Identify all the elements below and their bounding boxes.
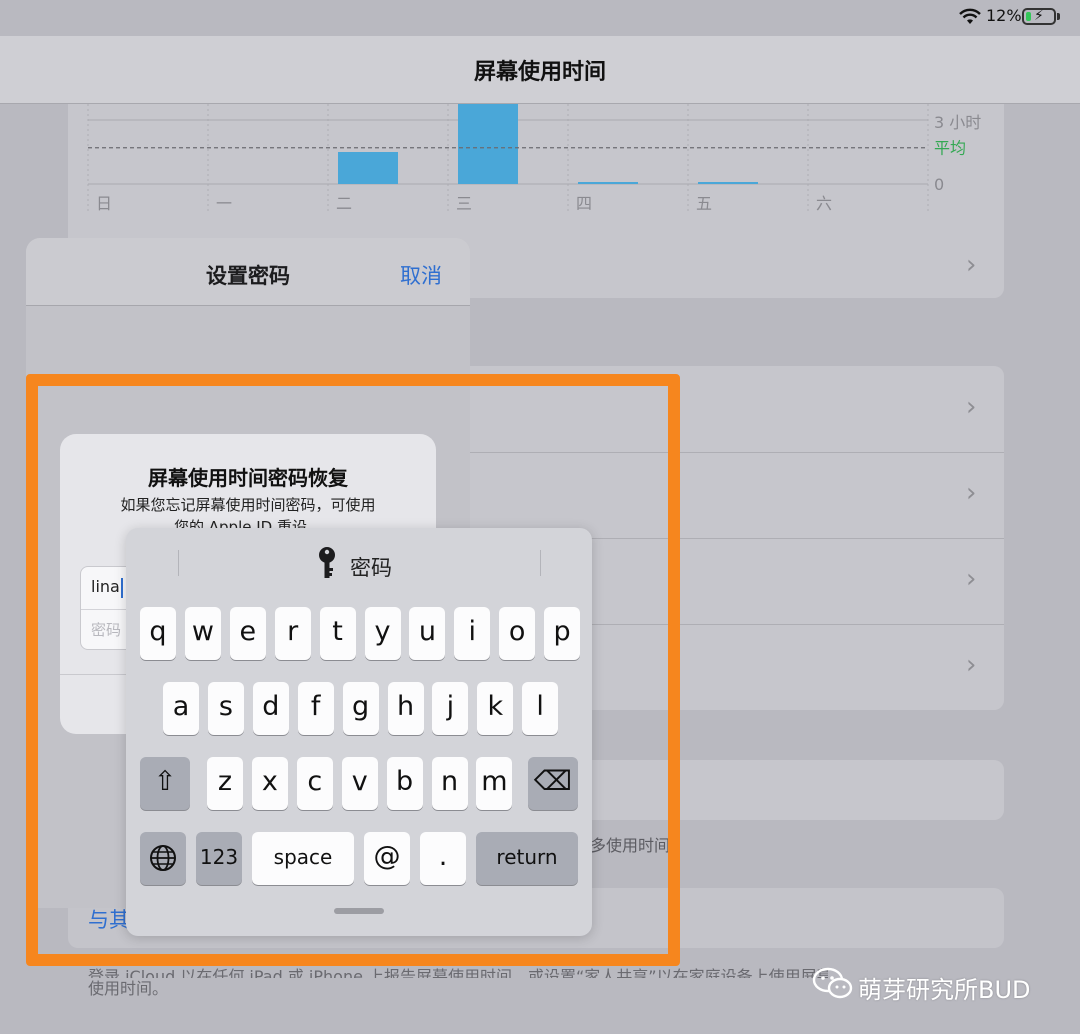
globe-key[interactable] [140, 832, 186, 885]
x-tick-label-3: 三 [456, 194, 472, 213]
status-bar: 12% ⚡ [0, 0, 1080, 36]
key-k[interactable]: k [477, 682, 514, 735]
key-w[interactable]: w [184, 607, 221, 660]
globe-icon [150, 845, 176, 871]
chevron-right-icon[interactable]: › [966, 564, 976, 594]
alert-title: 屏幕使用时间密码恢复 [148, 466, 348, 490]
chart-bar-3 [458, 104, 518, 184]
space-key[interactable]: space [252, 832, 354, 885]
battery-tip [1057, 13, 1060, 20]
password-input[interactable]: 密码 [91, 619, 121, 640]
chevron-right-icon[interactable]: › [966, 478, 976, 508]
usage-chart-card: 3 小时平均 0 日 一 二 三 四 五 六 [68, 104, 1004, 236]
key-o[interactable]: o [499, 607, 536, 660]
wifi-icon [959, 8, 981, 24]
battery-charging-icon: ⚡ [1022, 8, 1056, 25]
y-tick-label-zero: 0 [934, 175, 944, 194]
key-q[interactable]: q [140, 607, 176, 660]
key-s[interactable]: s [207, 682, 244, 735]
key-c[interactable]: c [296, 757, 333, 810]
keyboard-drag-handle[interactable] [334, 908, 384, 914]
key-t[interactable]: t [319, 607, 356, 660]
battery-percent: 12% [986, 6, 1022, 25]
footer-line1: 登录 iCloud 以在任何 iPad 或 iPhone 上报告屏幕使用时间，或… [88, 967, 828, 978]
y-tick-label-top: 3 小时 [934, 113, 981, 132]
chevron-right-icon[interactable]: › [966, 392, 976, 422]
alert-description-line1: 如果您忘记屏幕使用时间密码，可使用 [120, 496, 376, 514]
footer-line2: 使用时间。 [88, 979, 169, 998]
average-label: 平均 [934, 139, 966, 158]
key-m[interactable]: m [476, 757, 513, 810]
shift-key[interactable]: ⇧ [140, 757, 190, 810]
key-u[interactable]: u [409, 607, 446, 660]
chevron-right-icon: › [966, 250, 977, 280]
key-p[interactable]: p [544, 607, 581, 660]
text-caret [120, 577, 123, 598]
key-g[interactable]: g [342, 682, 379, 735]
chart-bar-5 [698, 182, 758, 184]
cancel-button[interactable]: 取消 [400, 260, 442, 290]
x-tick-label-1: 一 [216, 194, 232, 213]
at-key[interactable]: @ [364, 832, 410, 885]
key-e[interactable]: e [229, 607, 266, 660]
x-tick-label-5: 五 [696, 194, 712, 213]
key-r[interactable]: r [274, 607, 311, 660]
keyboard-field-label: 密码 [350, 556, 392, 580]
footer-description: 登录 iCloud 以在任何 iPad 或 iPhone 上报告屏幕使用时间，或… [88, 962, 828, 1000]
key-i[interactable]: i [454, 607, 491, 660]
sheet-header: 设置密码 取消 [26, 238, 470, 306]
delete-key[interactable]: ⌫ [528, 757, 578, 810]
key-v[interactable]: v [341, 757, 378, 810]
key-y[interactable]: y [364, 607, 401, 660]
chart-bar-2 [338, 152, 398, 184]
key-n[interactable]: n [431, 757, 468, 810]
key-d[interactable]: d [252, 682, 289, 735]
key-a[interactable]: a [163, 682, 199, 735]
key-icon [319, 547, 335, 578]
return-key[interactable]: return [476, 832, 578, 885]
x-tick-label-6: 六 [816, 194, 832, 213]
navigation-bar: 屏幕使用时间 [0, 36, 1080, 104]
toolbar-divider [540, 550, 541, 576]
key-l[interactable]: l [522, 682, 559, 735]
key-f[interactable]: f [297, 682, 334, 735]
partial-description: 多使用时间。 [590, 836, 687, 855]
apple-id-input[interactable]: lina [91, 577, 123, 598]
apple-id-value: lina [91, 577, 120, 596]
chevron-right-icon[interactable]: › [966, 650, 976, 680]
key-z[interactable]: z [207, 757, 243, 810]
watermark-text: 萌芽研究所BUD [858, 976, 1031, 1004]
floating-keyboard: 密码 ⇧ ⌫ 123 space @ . return qwertyuiop as… [126, 528, 592, 936]
key-h[interactable]: h [387, 682, 424, 735]
chart-bar-4 [578, 182, 638, 184]
key-x[interactable]: x [251, 757, 288, 810]
key-j[interactable]: j [432, 682, 469, 735]
x-tick-label-0: 日 [96, 194, 112, 213]
x-tick-label-2: 二 [336, 194, 352, 213]
toolbar-divider [178, 550, 179, 576]
x-tick-label-4: 四 [576, 194, 592, 213]
numbers-key[interactable]: 123 [196, 832, 242, 885]
page-title: 屏幕使用时间 [473, 60, 606, 85]
family-sharing-link[interactable]: 与其 [88, 904, 130, 934]
usage-bar-chart: 3 小时平均 0 日 一 二 三 四 五 六 [87, 104, 981, 213]
wechat-icon [812, 967, 853, 999]
key-b[interactable]: b [386, 757, 423, 810]
dot-key[interactable]: . [420, 832, 466, 885]
